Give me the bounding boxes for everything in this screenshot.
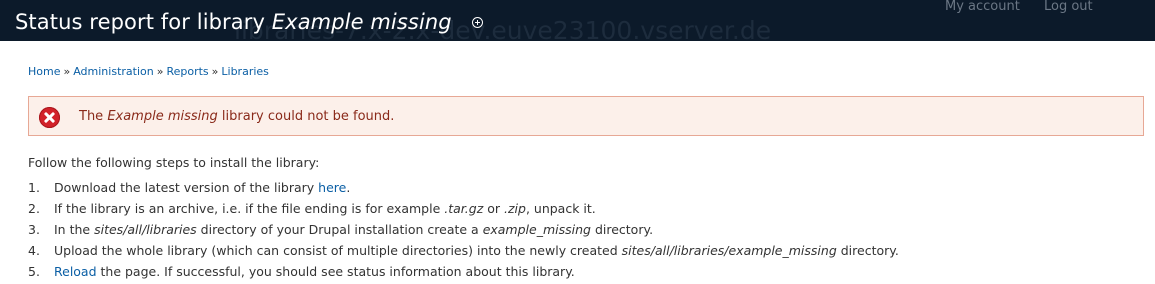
breadcrumb-administration[interactable]: Administration <box>73 65 154 78</box>
install-intro: Follow the following steps to install th… <box>28 155 320 170</box>
breadcrumb-reports[interactable]: Reports <box>166 65 208 78</box>
error-icon <box>39 107 60 128</box>
page-title-prefix: Status report for library <box>15 10 272 34</box>
breadcrumb-libraries[interactable]: Libraries <box>221 65 269 78</box>
page-title-library: Example missing <box>271 10 452 34</box>
breadcrumb-separator: » <box>63 65 71 78</box>
error-library-name: Example missing <box>107 109 218 124</box>
list-item: 3. In the sites/all/libraries directory o… <box>28 222 654 237</box>
list-item: 5. Reload the page. If successful, you sh… <box>28 264 575 279</box>
add-shortcut-icon[interactable] <box>471 16 483 28</box>
error-message: The Example missing library could not be… <box>28 96 1144 136</box>
error-text: The Example missing library could not be… <box>79 109 395 124</box>
breadcrumb-separator: » <box>156 65 164 78</box>
download-here-link[interactable]: here <box>318 180 346 195</box>
user-links: My account Log out <box>945 0 1113 14</box>
breadcrumb-home[interactable]: Home <box>28 65 60 78</box>
admin-header: libraries-7.x-2.x-dev.euve23100.vserver.… <box>0 0 1155 41</box>
list-item: 1. Download the latest version of the lib… <box>28 180 351 195</box>
list-item: 4. Upload the whole library (which can co… <box>28 243 899 258</box>
log-out-link[interactable]: Log out <box>1044 0 1093 14</box>
breadcrumb-separator: » <box>211 65 219 78</box>
page-title: Status report for library Example missin… <box>15 10 483 34</box>
install-steps: 1. Download the latest version of the lib… <box>28 177 899 282</box>
breadcrumb: Home» Administration» Reports» Libraries <box>28 65 269 78</box>
reload-link[interactable]: Reload <box>54 264 97 279</box>
my-account-link[interactable]: My account <box>945 0 1020 14</box>
list-item: 2. If the library is an archive, i.e. if … <box>28 201 596 216</box>
